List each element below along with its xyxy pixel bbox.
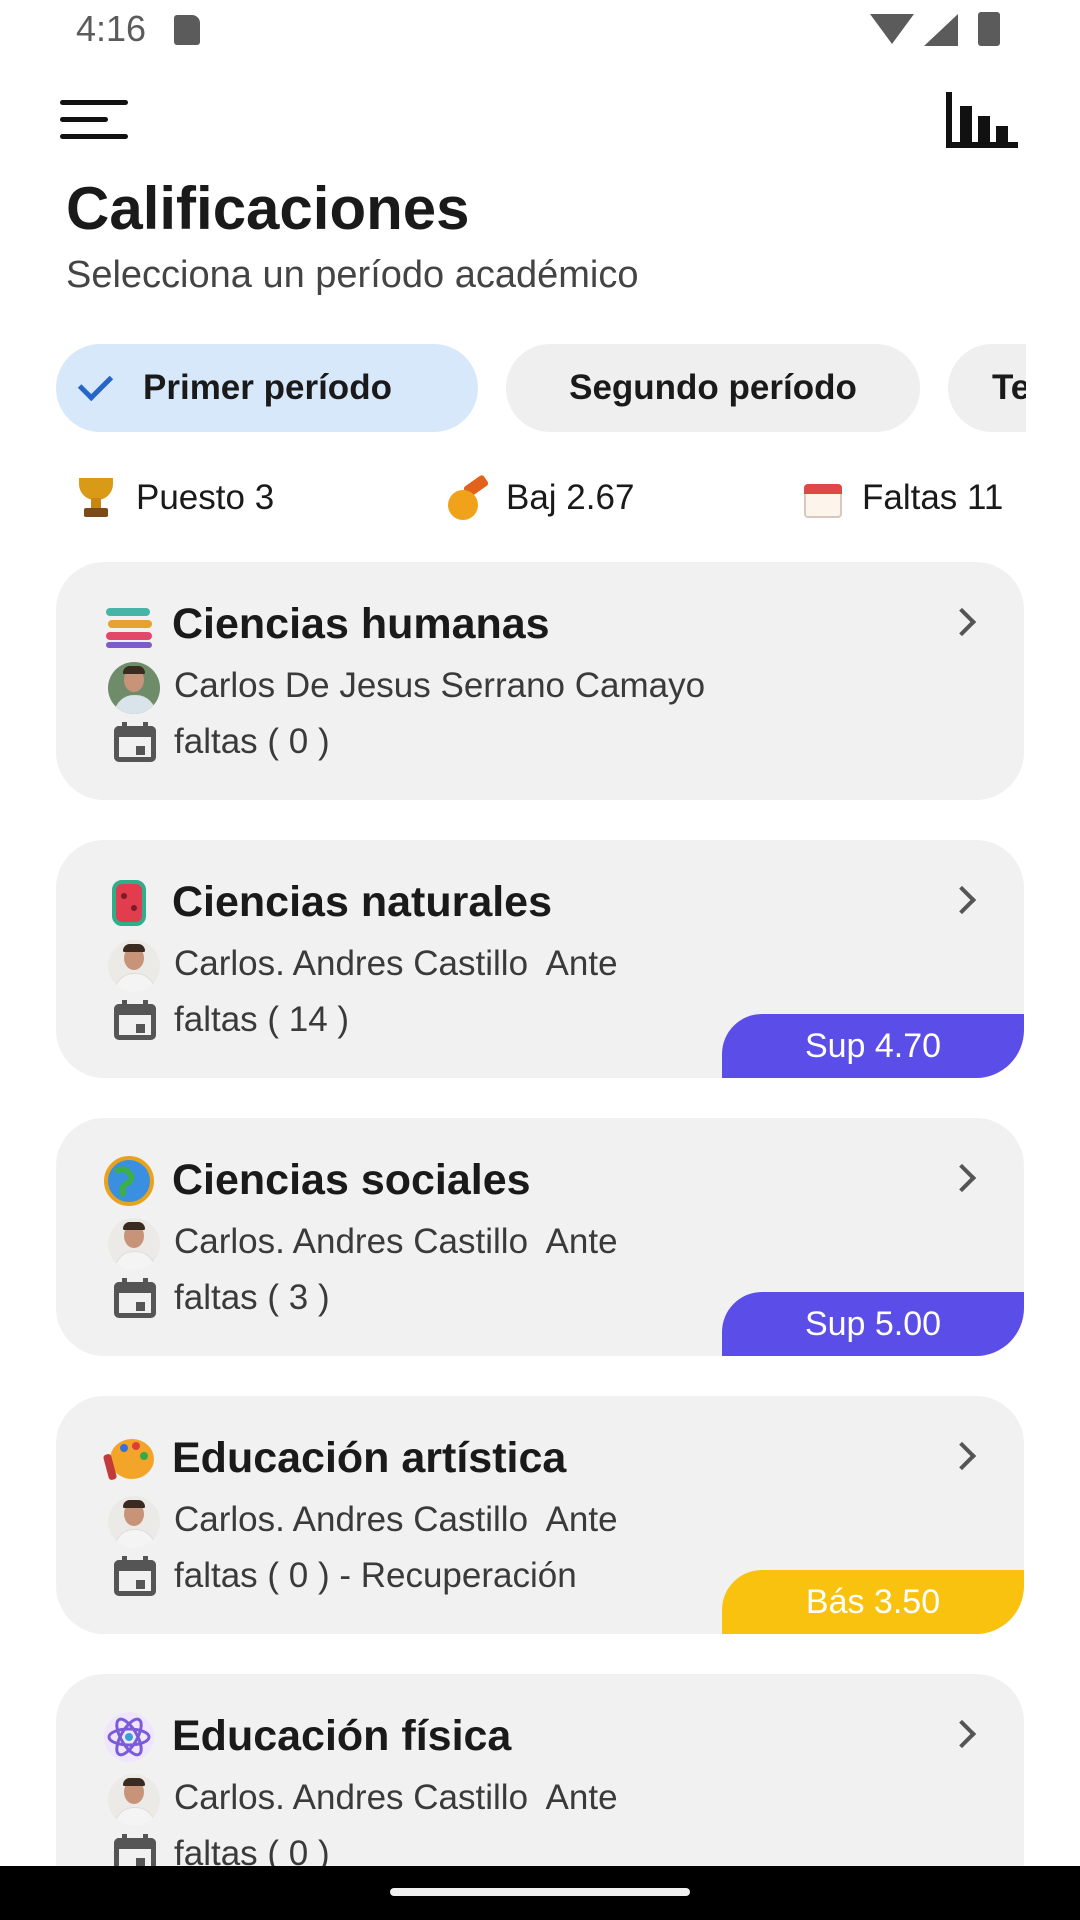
stat-rank-text: Puesto 3	[136, 478, 275, 517]
teacher-avatar	[108, 662, 160, 714]
menu-line	[60, 117, 108, 122]
teacher-name: Carlos. Andres Castillo Ante	[174, 1778, 618, 1817]
sd-card-icon	[174, 15, 200, 45]
books-icon	[106, 608, 152, 648]
chart-bar	[996, 126, 1008, 144]
teacher-avatar	[108, 940, 160, 992]
grade-badge: Sup 4.70	[722, 1014, 1024, 1078]
trophy-icon	[76, 478, 116, 518]
chip-segundo-periodo[interactable]: Segundo período	[506, 344, 920, 432]
chip-tercer-periodo[interactable]: Tercer período	[948, 344, 1026, 432]
chip-label: Tercer período	[992, 368, 1026, 407]
menu-line	[60, 100, 128, 105]
subject-name: Educación física	[172, 1712, 512, 1760]
chevron-right-icon	[947, 885, 977, 915]
absences-text: faltas ( 0 )	[174, 722, 330, 761]
medal-icon	[446, 474, 490, 520]
atom-icon	[104, 1712, 154, 1762]
home-gesture-handle[interactable]	[390, 1888, 690, 1896]
status-time: 4:16	[76, 8, 147, 49]
microbe-icon	[112, 880, 146, 926]
grade-badge: Bás 3.50	[722, 1570, 1024, 1634]
calendar-icon	[802, 478, 842, 518]
chevron-right-icon	[947, 1441, 977, 1471]
chevron-right-icon	[947, 1719, 977, 1749]
calendar-event-icon	[114, 1556, 156, 1596]
system-navigation-bar	[0, 1866, 1080, 1920]
top-app-bar	[0, 80, 1080, 160]
teacher-name: Carlos. Andres Castillo Ante	[174, 1222, 618, 1261]
page-title: Calificaciones	[66, 175, 470, 242]
stat-grade-text: Baj 2.67	[506, 478, 635, 517]
subject-name: Ciencias sociales	[172, 1156, 531, 1204]
subject-card-ciencias-naturales[interactable]: Ciencias naturales Carlos. Andres Castil…	[56, 840, 1024, 1078]
teacher-name: Carlos De Jesus Serrano Camayo	[174, 666, 706, 705]
subject-name: Educación artística	[172, 1434, 567, 1482]
stats-row: Puesto 3 Baj 2.67 Faltas 11	[0, 470, 1080, 530]
absences-text: faltas ( 3 )	[174, 1278, 330, 1317]
stat-rank: Puesto 3	[76, 470, 274, 526]
chip-primer-periodo[interactable]: Primer período	[56, 344, 478, 432]
wifi-icon	[870, 14, 914, 44]
teacher-avatar	[108, 1496, 160, 1548]
subject-card-ciencias-humanas[interactable]: Ciencias humanas Carlos De Jesus Serrano…	[56, 562, 1024, 800]
absences-text: faltas ( 14 )	[174, 1000, 350, 1039]
cellular-signal-icon	[924, 14, 958, 46]
calendar-event-icon	[114, 1278, 156, 1318]
teacher-name: Carlos. Andres Castillo Ante	[174, 1500, 618, 1539]
subject-card-educacion-artistica[interactable]: Educación artística Carlos. Andres Casti…	[56, 1396, 1024, 1634]
subject-name: Ciencias naturales	[172, 878, 553, 926]
menu-line	[60, 134, 128, 139]
stat-absences-text: Faltas 11	[862, 478, 1004, 517]
bar-chart-icon	[946, 92, 952, 148]
chevron-right-icon	[947, 607, 977, 637]
period-chip-group: Primer período Segundo período Tercer pe…	[0, 344, 1026, 434]
absences-text: faltas ( 0 ) - Recuperación	[174, 1556, 577, 1595]
menu-button[interactable]	[60, 100, 132, 146]
chip-label: Primer período	[143, 368, 392, 407]
subject-name: Ciencias humanas	[172, 600, 550, 648]
status-bar: 4:16	[0, 0, 1080, 60]
palette-icon	[103, 1439, 154, 1480]
calendar-event-icon	[114, 722, 156, 762]
teacher-avatar	[108, 1218, 160, 1270]
check-icon	[77, 365, 114, 401]
chip-label: Segundo período	[569, 368, 857, 407]
chart-bar	[978, 116, 990, 144]
page-subtitle: Selecciona un período académico	[66, 254, 639, 296]
system-icons	[870, 12, 1010, 48]
teacher-name: Carlos. Andres Castillo Ante	[174, 944, 618, 983]
stat-grade: Baj 2.67	[446, 470, 634, 526]
teacher-avatar	[108, 1774, 160, 1826]
globe-icon	[104, 1156, 154, 1206]
battery-icon	[978, 12, 1000, 46]
grade-badge: Sup 5.00	[722, 1292, 1024, 1356]
stat-absences: Faltas 11	[802, 470, 1003, 526]
subject-card-ciencias-sociales[interactable]: Ciencias sociales Carlos. Andres Castill…	[56, 1118, 1024, 1356]
chevron-right-icon	[947, 1163, 977, 1193]
bar-chart-button[interactable]	[946, 92, 1018, 148]
calendar-event-icon	[114, 1000, 156, 1040]
chart-bar	[960, 106, 972, 144]
